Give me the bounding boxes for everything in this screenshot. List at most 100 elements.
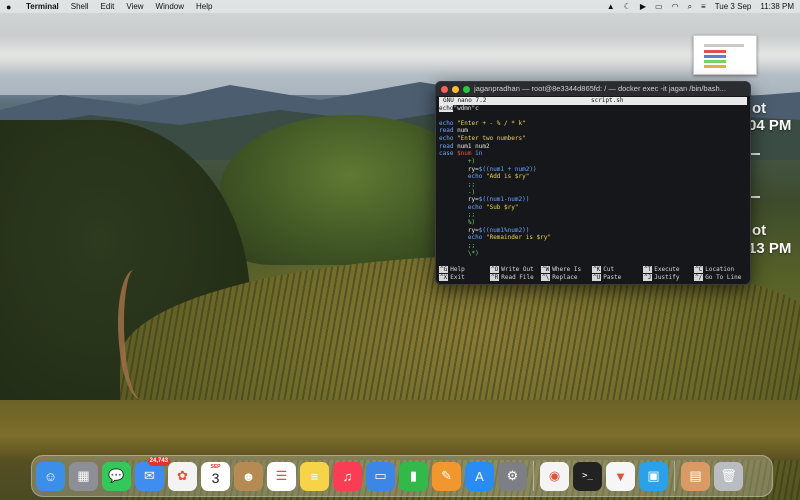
- menu-window[interactable]: Window: [156, 2, 184, 11]
- contacts-app-icon[interactable]: ☻: [234, 461, 263, 491]
- shortcut-write-out: ^O Write Out: [490, 266, 541, 274]
- code-area[interactable]: echo"wdmn"c echo "Enter + - % / * k" read …: [439, 104, 747, 258]
- mail-badge: 24,743: [147, 456, 170, 466]
- shortcut-key: ^O: [490, 266, 500, 273]
- terminal-title: jaganpradhan — root@8e3344d865fd: / — do…: [474, 84, 726, 93]
- code-line[interactable]: ry=$((num1 + num2)): [439, 166, 747, 174]
- code-line[interactable]: [439, 112, 747, 120]
- wifi-icon[interactable]: ◠: [672, 2, 679, 11]
- code-token: "Add is $ry": [485, 173, 530, 181]
- keynote-app-icon[interactable]: ▭: [366, 461, 395, 491]
- docker-status-icon[interactable]: ▲: [607, 2, 615, 11]
- docker-app-icon[interactable]: ▣: [639, 461, 668, 491]
- shortcut-justify: ^J Justify: [643, 274, 694, 282]
- mail-app-icon[interactable]: ✉ 24,743: [135, 456, 170, 491]
- shortcut-key: ^J: [643, 274, 653, 281]
- shortcut-key: ^R: [490, 274, 500, 281]
- menu-bar: ● Terminal Shell Edit View Window Help ▲…: [0, 0, 800, 13]
- shortcut-label: Paste: [603, 274, 622, 281]
- code-line[interactable]: \*): [439, 250, 747, 258]
- code-token: case: [439, 150, 458, 158]
- system-settings-app-icon[interactable]: ⚙: [498, 461, 527, 491]
- messages-app-glyph: 💬: [108, 468, 125, 483]
- code-token: $((num1-num2)): [478, 196, 530, 204]
- finder-app-icon[interactable]: ☺: [36, 461, 65, 491]
- terminal-app-icon[interactable]: >_: [573, 461, 602, 491]
- code-line[interactable]: echo "Sub $ry": [439, 204, 747, 212]
- contacts-app-glyph: ☻: [241, 468, 256, 484]
- code-token: "Enter two numbers": [457, 135, 526, 143]
- code-token: echo: [439, 119, 458, 127]
- code-token: $num: [457, 150, 472, 158]
- chrome-app-icon[interactable]: ◉: [540, 461, 569, 491]
- numbers-app-icon[interactable]: ▮: [399, 461, 428, 491]
- code-token: ry=: [439, 196, 479, 204]
- play-icon[interactable]: ▶: [640, 2, 646, 11]
- search-icon[interactable]: ⌕: [688, 2, 692, 12]
- code-line[interactable]: echo "Enter + - % / * k": [439, 120, 747, 128]
- menu-shell[interactable]: Shell: [71, 2, 89, 11]
- menu-view[interactable]: View: [126, 2, 143, 11]
- code-line[interactable]: echo "Remainder is $ry": [439, 234, 747, 242]
- shortcut-location: ^C Location: [694, 266, 745, 274]
- apple-logo-icon[interactable]: ●: [6, 2, 16, 12]
- code-line[interactable]: ;;: [439, 211, 747, 219]
- downloads-folder-icon[interactable]: ▤: [681, 461, 710, 491]
- menubar-date[interactable]: Tue 3 Sep: [715, 2, 752, 11]
- reminders-app-icon[interactable]: ☰: [267, 461, 296, 491]
- code-line[interactable]: echo "Add is $ry": [439, 173, 747, 181]
- menu-edit[interactable]: Edit: [101, 2, 115, 11]
- trash-app-icon[interactable]: 🗑: [714, 461, 743, 491]
- nano-version: GNU nano 7.2: [443, 97, 487, 104]
- code-line[interactable]: echo "Enter two numbers": [439, 135, 747, 143]
- code-token: "Remainder is $ry": [485, 234, 551, 242]
- calendar-app-icon[interactable]: SEP 3: [201, 461, 230, 491]
- menu-app-name[interactable]: Terminal: [26, 2, 59, 11]
- shortcut-read-file: ^R Read File: [490, 274, 541, 282]
- shortcut-label: Replace: [552, 274, 578, 281]
- minimize-button[interactable]: [452, 85, 459, 93]
- terminal-window[interactable]: jaganpradhan — root@8e3344d865fd: / — do…: [435, 81, 751, 285]
- code-line[interactable]: ;;: [439, 242, 747, 250]
- shortcut-label: Write Out: [501, 266, 534, 273]
- downloads-folder-glyph: ▤: [689, 468, 702, 483]
- shortcut-label: Cut: [603, 266, 615, 273]
- code-token: $((num1%num2)): [478, 226, 530, 234]
- code-line[interactable]: read num: [439, 127, 747, 135]
- shortcut-key: ^K: [592, 266, 602, 273]
- photos-app-icon[interactable]: ✿: [168, 461, 197, 491]
- code-line[interactable]: %): [439, 219, 747, 227]
- brave-app-icon[interactable]: ▼: [606, 461, 635, 491]
- shortcut-label: Location: [705, 266, 735, 273]
- menubar-time[interactable]: 11:38 PM: [760, 2, 794, 11]
- notes-app-icon[interactable]: ≡: [300, 461, 329, 491]
- system-settings-app-glyph: ⚙: [506, 468, 519, 483]
- nano-editor[interactable]: GNU nano 7.2 script.sh echo"wdmn"c echo "…: [436, 96, 750, 258]
- shortcut-key: ^X: [439, 274, 449, 281]
- app-store-app-icon[interactable]: A: [465, 461, 494, 491]
- code-line[interactable]: case $num in: [439, 150, 747, 158]
- code-line[interactable]: ;;: [439, 181, 747, 189]
- code-line[interactable]: ry=$((num1-num2)): [439, 196, 747, 204]
- pages-app-icon[interactable]: ✎: [432, 461, 461, 491]
- code-line[interactable]: read num1 num2: [439, 143, 747, 151]
- messages-app-icon[interactable]: 💬: [102, 461, 131, 491]
- code-line[interactable]: echo"wdmn"c: [439, 104, 747, 113]
- screenshot-thumbnail[interactable]: [693, 35, 757, 75]
- code-line[interactable]: ry=$((num1%num2)): [439, 227, 747, 235]
- code-line[interactable]: -): [439, 189, 747, 197]
- code-line[interactable]: +): [439, 158, 747, 166]
- shortcut-cut: ^K Cut: [592, 266, 643, 274]
- moon-icon[interactable]: ☾: [624, 2, 631, 11]
- shortcut-key: ^T: [643, 266, 653, 273]
- zoom-button[interactable]: [463, 85, 470, 93]
- control-center-icon[interactable]: ≡: [701, 2, 706, 11]
- music-app-icon[interactable]: ♫: [333, 461, 362, 491]
- launchpad-app-icon[interactable]: ▦: [69, 461, 98, 491]
- terminal-titlebar[interactable]: jaganpradhan — root@8e3344d865fd: / — do…: [436, 82, 750, 96]
- menu-help[interactable]: Help: [196, 2, 212, 11]
- battery-icon[interactable]: ▭: [655, 2, 663, 11]
- close-button[interactable]: [441, 85, 448, 93]
- clock-widget-label-2: ot: [752, 222, 767, 239]
- shortcut-execute: ^T Execute: [643, 266, 694, 274]
